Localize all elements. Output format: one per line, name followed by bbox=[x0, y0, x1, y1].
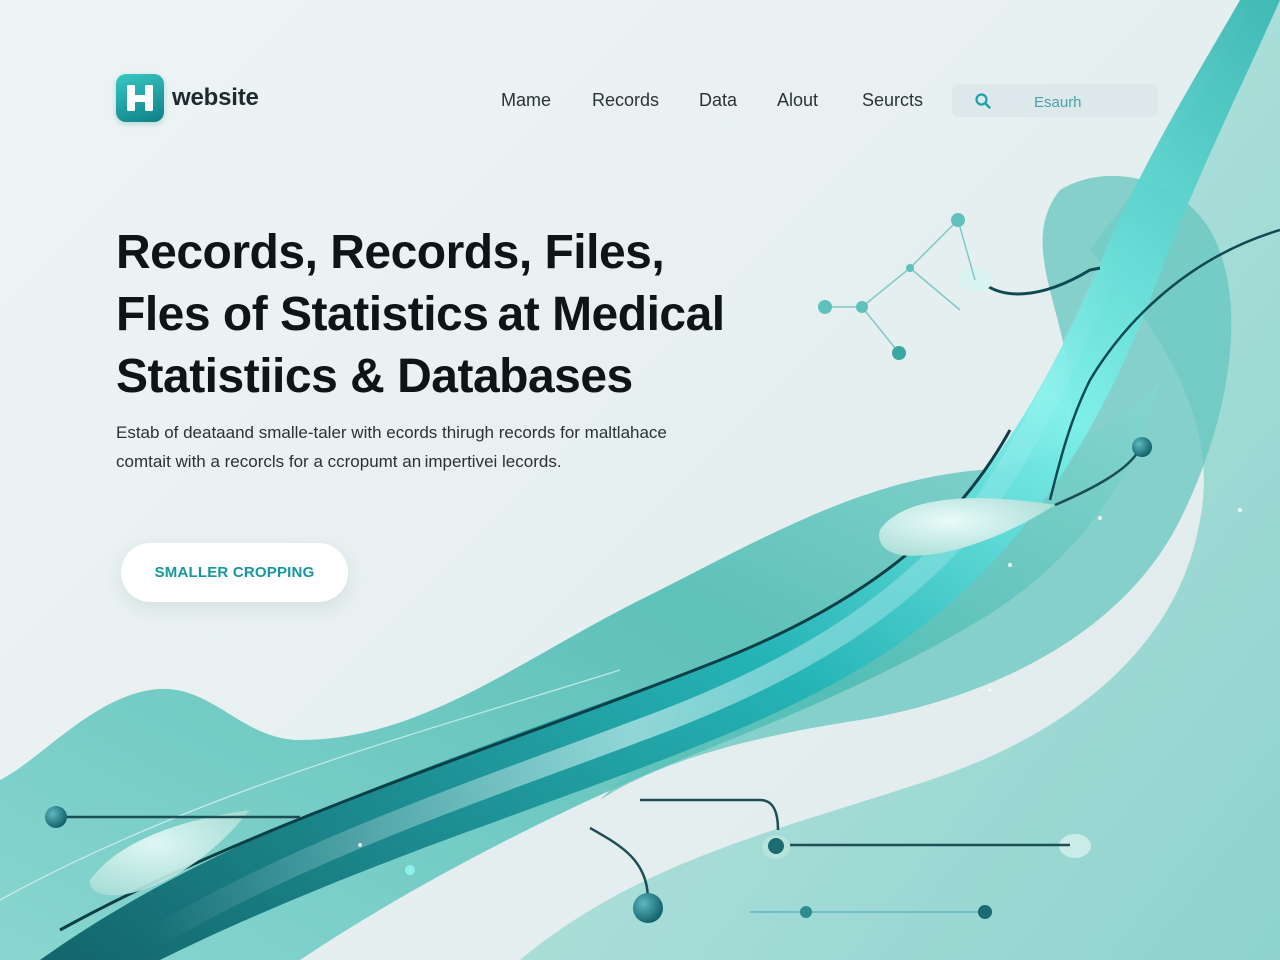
nav-item-mame[interactable]: Mame bbox=[501, 86, 551, 114]
description-line: Estab of deataand smalle-taler with ecor… bbox=[116, 423, 667, 442]
search-icon[interactable] bbox=[974, 92, 992, 110]
hero-artwork bbox=[0, 0, 1280, 960]
headline-line: Records, Records, Files, bbox=[116, 226, 665, 279]
cta-button[interactable]: SMALLER CROPPING bbox=[121, 543, 348, 602]
site-logo[interactable]: website bbox=[116, 74, 259, 122]
headline-line: Statistiics & Databases bbox=[116, 350, 633, 403]
search-box[interactable] bbox=[952, 84, 1158, 117]
nav-item-records[interactable]: Records bbox=[592, 86, 659, 114]
search-input[interactable] bbox=[1032, 90, 1146, 114]
hospital-h-icon bbox=[116, 74, 164, 122]
nav-item-about[interactable]: Alout bbox=[777, 86, 818, 114]
headline-line: Fles of Statistics at Medical bbox=[116, 288, 725, 341]
logo-text: website bbox=[172, 84, 259, 111]
molecule-network bbox=[825, 219, 976, 354]
description-line: comtait with a recorcls for a ccropumt a… bbox=[116, 452, 562, 471]
hero-description: Estab of deataand smalle-taler with ecor… bbox=[116, 418, 756, 476]
nav-item-data[interactable]: Data bbox=[699, 86, 737, 114]
nav-item-searches[interactable]: Seurcts bbox=[862, 86, 923, 114]
hero-headline: Records, Records, Files, Fles of Statist… bbox=[116, 222, 776, 408]
